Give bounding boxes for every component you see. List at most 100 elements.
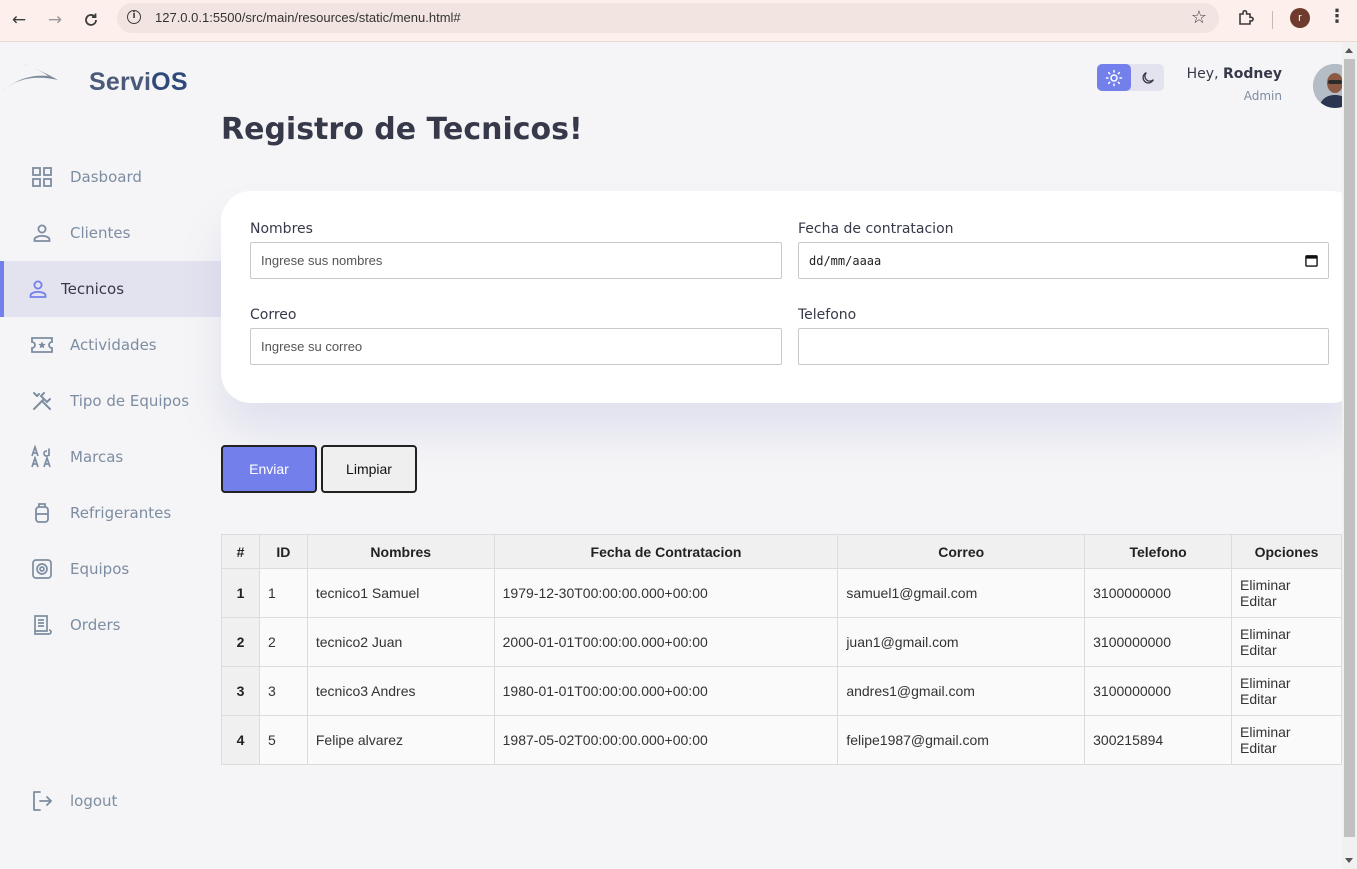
cell-nombres: Felipe alvarez — [306, 715, 495, 765]
cell-telefono: 3100000000 — [1084, 666, 1233, 716]
browser-toolbar: ← → i 127.0.0.1:5500/src/main/resources/… — [0, 0, 1357, 42]
toolbar-separator — [1272, 11, 1273, 29]
logo[interactable]: ServiOS — [0, 62, 221, 102]
cell-correo: samuel1@gmail.com — [837, 568, 1086, 618]
fecha-input[interactable]: dd/mm/aaaa — [798, 242, 1329, 279]
technicians-table: # ID Nombres Fecha de Contratacion Corre… — [221, 534, 1342, 765]
sidebar-item-tipo-de-equipos[interactable]: Tipo de Equipos — [0, 373, 221, 429]
reload-icon[interactable] — [79, 8, 103, 32]
browser-profile-avatar[interactable]: r — [1290, 8, 1310, 28]
edit-link[interactable]: Editar — [1240, 642, 1341, 658]
back-arrow-icon[interactable]: ← — [7, 8, 31, 32]
cell-telefono: 300215894 — [1084, 715, 1233, 765]
page-scrollbar[interactable] — [1342, 42, 1357, 869]
tools-icon — [33, 392, 51, 410]
propane-tank-icon — [35, 503, 49, 523]
main-content: Hey, Rodney Admin Registro de Tecnicos! … — [221, 42, 1357, 869]
bookmark-star-icon[interactable]: ☆ — [1191, 7, 1207, 28]
cell-opciones: Eliminar Editar — [1231, 715, 1342, 765]
fecha-label: Fecha de contratacion — [798, 221, 954, 237]
sidebar-item-refrigerantes[interactable]: Refrigerantes — [0, 485, 221, 541]
fecha-field-group: Fecha de contratacion dd/mm/aaaa — [798, 221, 1329, 279]
moon-icon[interactable] — [1131, 64, 1164, 91]
cell-id: 5 — [258, 715, 308, 765]
forward-arrow-icon[interactable]: → — [43, 8, 67, 32]
edit-link[interactable]: Editar — [1240, 691, 1341, 707]
sidebar-item-clientes[interactable]: Clientes — [0, 205, 221, 261]
table-header-row: # ID Nombres Fecha de Contratacion Corre… — [221, 534, 1342, 569]
edit-link[interactable]: Editar — [1240, 593, 1341, 609]
logo-swoosh-icon — [2, 64, 58, 92]
sidebar-item-label: Tipo de Equipos — [70, 392, 190, 410]
table-row: 2 2 tecnico2 Juan 2000-01-01T00:00:00.00… — [221, 617, 1342, 667]
cell-correo: andres1@gmail.com — [837, 666, 1086, 716]
sidebar-item-label: Equipos — [70, 560, 130, 578]
row-number: 2 — [221, 617, 260, 667]
font-download-icon — [31, 445, 51, 468]
cell-opciones: Eliminar Editar — [1231, 666, 1342, 716]
edit-link[interactable]: Editar — [1240, 740, 1341, 756]
scroll-down-arrow-icon[interactable] — [1345, 858, 1353, 863]
clear-button[interactable]: Limpiar — [321, 445, 417, 493]
delete-link[interactable]: Eliminar — [1240, 626, 1341, 642]
scrollbar-thumb[interactable] — [1344, 59, 1355, 837]
sidebar-item-actividades[interactable]: Actividades — [0, 317, 221, 373]
address-bar[interactable]: i 127.0.0.1:5500/src/main/resources/stat… — [117, 3, 1219, 33]
calendar-icon[interactable] — [1305, 254, 1318, 267]
fecha-placeholder: dd/mm/aaaa — [809, 253, 882, 268]
site-info-icon[interactable]: i — [127, 10, 141, 24]
column-header: Opciones — [1231, 534, 1342, 569]
user-role: Admin — [1243, 89, 1282, 103]
greeting: Hey, Rodney — [1186, 66, 1282, 82]
sidebar-item-label: Refrigerantes — [70, 504, 172, 522]
cell-id: 1 — [258, 568, 308, 618]
column-header: Telefono — [1084, 534, 1233, 569]
delete-link[interactable]: Eliminar — [1240, 675, 1341, 691]
telefono-input[interactable] — [798, 328, 1329, 365]
sidebar-item-dasboard[interactable]: Dasboard — [0, 149, 221, 205]
sun-icon[interactable] — [1097, 64, 1131, 91]
cell-id: 2 — [258, 617, 308, 667]
page-title: Registro de Tecnicos! — [221, 112, 583, 147]
sidebar-item-label: Marcas — [70, 448, 124, 466]
cell-fecha: 1987-05-02T00:00:00.000+00:00 — [493, 715, 839, 765]
cell-telefono: 3100000000 — [1084, 568, 1233, 618]
url-text[interactable]: 127.0.0.1:5500/src/main/resources/static… — [155, 10, 461, 25]
sidebar-item-orders[interactable]: Orders — [0, 597, 221, 653]
person-icon — [33, 224, 51, 242]
nombres-input[interactable]: Ingrese sus nombres — [250, 242, 782, 279]
sidebar-item-marcas[interactable]: Marcas — [0, 429, 221, 485]
nombres-field-group: Nombres Ingrese sus nombres — [250, 221, 782, 279]
theme-toggle[interactable] — [1097, 64, 1164, 91]
sidebar-item-tecnicos[interactable]: Tecnicos — [0, 261, 221, 317]
column-header: Correo — [837, 534, 1086, 569]
table-row: 3 3 tecnico3 Andres 1980-01-01T00:00:00.… — [221, 666, 1342, 716]
correo-label: Correo — [250, 307, 297, 323]
browser-menu-icon[interactable]: ⋮ — [1328, 6, 1346, 27]
cell-correo: juan1@gmail.com — [837, 617, 1086, 667]
sidebar-item-equipos[interactable]: Equipos — [0, 541, 221, 597]
scroll-up-arrow-icon[interactable] — [1345, 48, 1353, 53]
telefono-label: Telefono — [798, 307, 857, 323]
row-number: 3 — [221, 666, 260, 716]
grid-icon — [32, 167, 52, 187]
delete-link[interactable]: Eliminar — [1240, 724, 1341, 740]
telefono-field-group: Telefono — [798, 307, 1329, 365]
receipt-icon — [34, 615, 52, 635]
cell-correo: felipe1987@gmail.com — [837, 715, 1086, 765]
column-header: ID — [258, 534, 308, 569]
table-row: 1 1 tecnico1 Samuel 1979-12-30T00:00:00.… — [221, 568, 1342, 618]
nombres-label: Nombres — [250, 221, 313, 237]
cell-telefono: 3100000000 — [1084, 617, 1233, 667]
correo-input[interactable]: Ingrese su correo — [250, 328, 782, 365]
cell-fecha: 1980-01-01T00:00:00.000+00:00 — [493, 666, 839, 716]
sidebar: ServiOS Dasboard Clientes Tecnicos Activ… — [0, 42, 221, 869]
brand-name: ServiOS — [89, 68, 188, 96]
send-button[interactable]: Enviar — [221, 445, 317, 493]
sidebar-item-logout[interactable]: logout — [0, 773, 221, 829]
delete-link[interactable]: Eliminar — [1240, 577, 1341, 593]
extensions-icon[interactable] — [1236, 8, 1256, 33]
correo-field-group: Correo Ingrese su correo — [250, 307, 782, 365]
ticket-star-icon — [31, 337, 53, 353]
row-number: 1 — [221, 568, 260, 618]
